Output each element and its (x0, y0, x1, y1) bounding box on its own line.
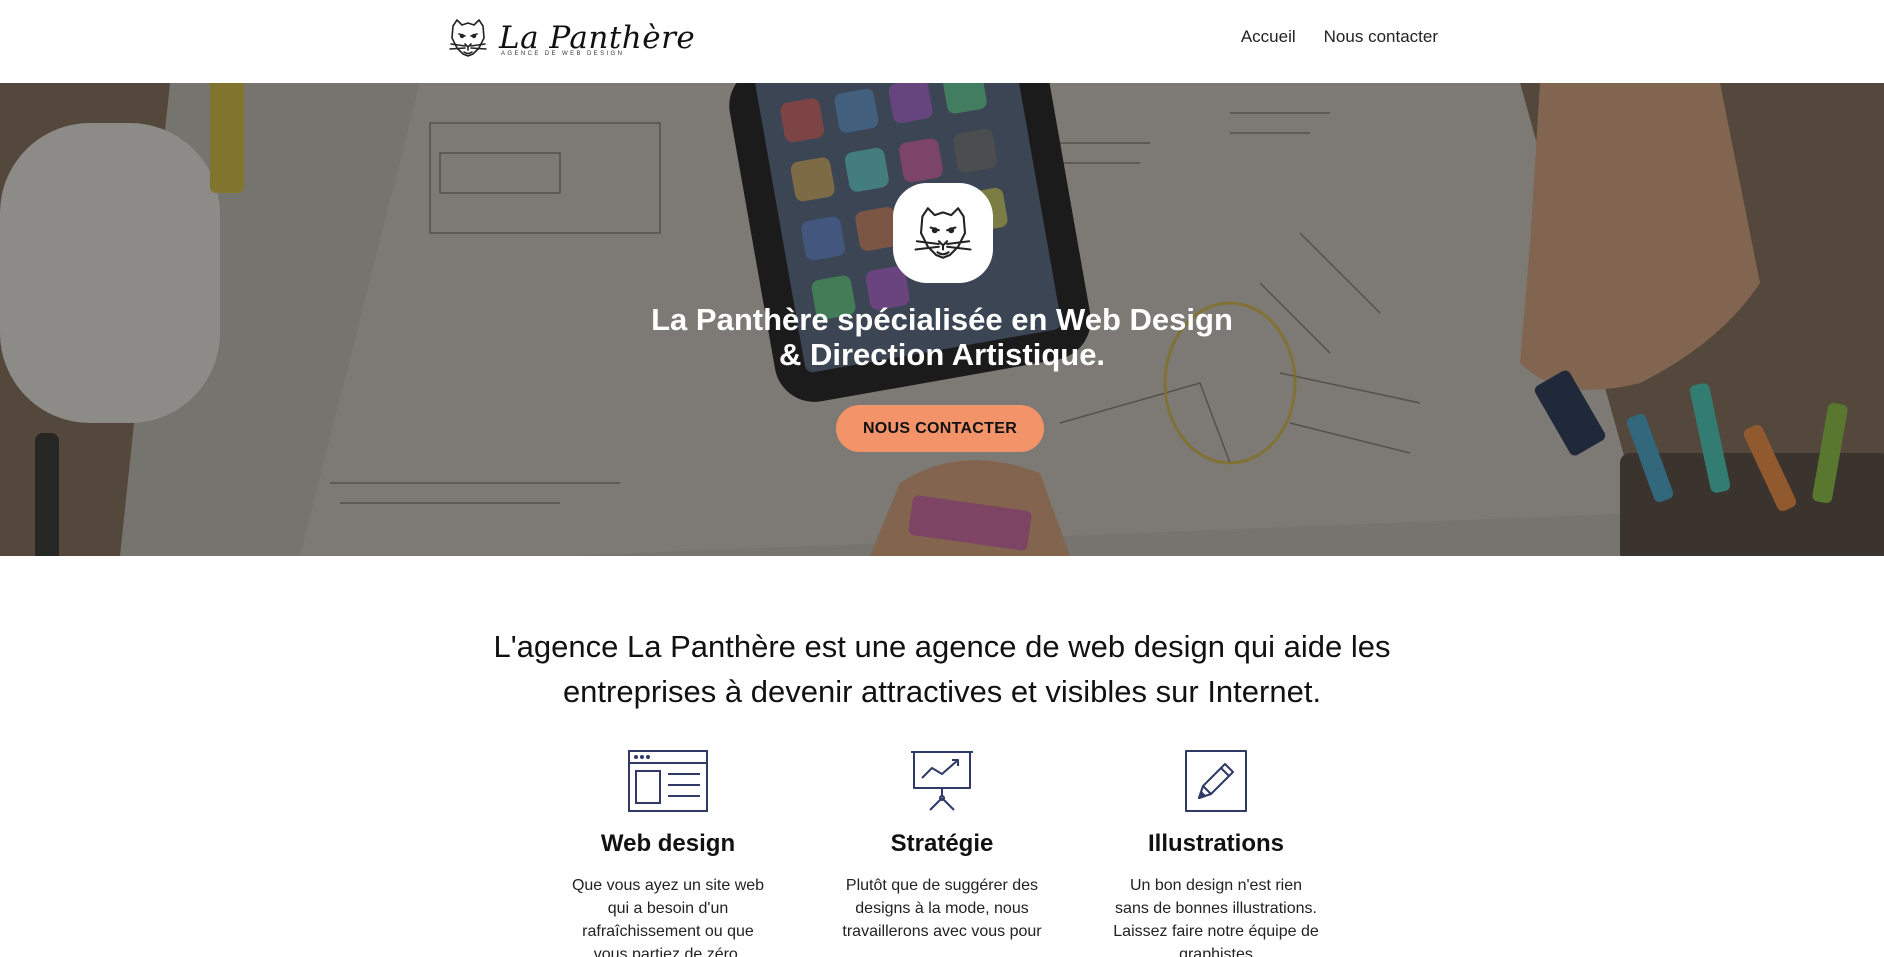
service-title: Stratégie (890, 830, 994, 857)
browser-window-icon (628, 750, 708, 812)
service-card-strategie: Stratégie Plutôt que de suggérer des des… (809, 748, 1075, 957)
service-description: Un bon design n'est rien sans de bonnes … (1113, 877, 1319, 957)
pencil-edit-icon (1185, 750, 1247, 812)
logo-wordmark: La Panthère AGENCE DE WEB DESIGN (499, 20, 696, 57)
site-header: La Panthère AGENCE DE WEB DESIGN Accueil… (0, 0, 1884, 83)
nav-link-accueil[interactable]: Accueil (1241, 27, 1296, 47)
presentation-chart-icon (911, 751, 973, 811)
panther-head-icon (914, 207, 972, 259)
hero-title: La Panthère spécialisée en Web Design & … (651, 302, 1233, 372)
intro-text: L'agence La Panthère est une agence de w… (493, 629, 1391, 709)
panther-head-icon (449, 19, 487, 57)
logo-tagline: AGENCE DE WEB DESIGN (501, 51, 625, 57)
service-description: Plutôt que de suggérer des designs à la … (842, 877, 1042, 940)
service-card-web-design: Web design Que vous ayez un site web qui… (535, 748, 801, 957)
service-description: Que vous ayez un site web qui a besoin d… (571, 877, 765, 957)
main-nav: Accueil Nous contacter (1241, 27, 1438, 47)
contact-button[interactable]: NOUS CONTACTER (836, 405, 1044, 452)
nav-link-contact[interactable]: Nous contacter (1324, 27, 1438, 47)
hero-logo-badge (893, 183, 993, 283)
service-title: Illustrations (1147, 830, 1285, 857)
site-logo[interactable]: La Panthère AGENCE DE WEB DESIGN (443, 14, 695, 62)
service-title: Web design (600, 830, 736, 857)
services-section: Web design Que vous ayez un site web qui… (535, 748, 1349, 957)
logo-name: La Panthère (499, 20, 696, 56)
service-card-illustrations: Illustrations Un bon design n'est rien s… (1083, 748, 1349, 957)
hero-banner: La Panthère spécialisée en Web Design & … (0, 83, 1884, 556)
